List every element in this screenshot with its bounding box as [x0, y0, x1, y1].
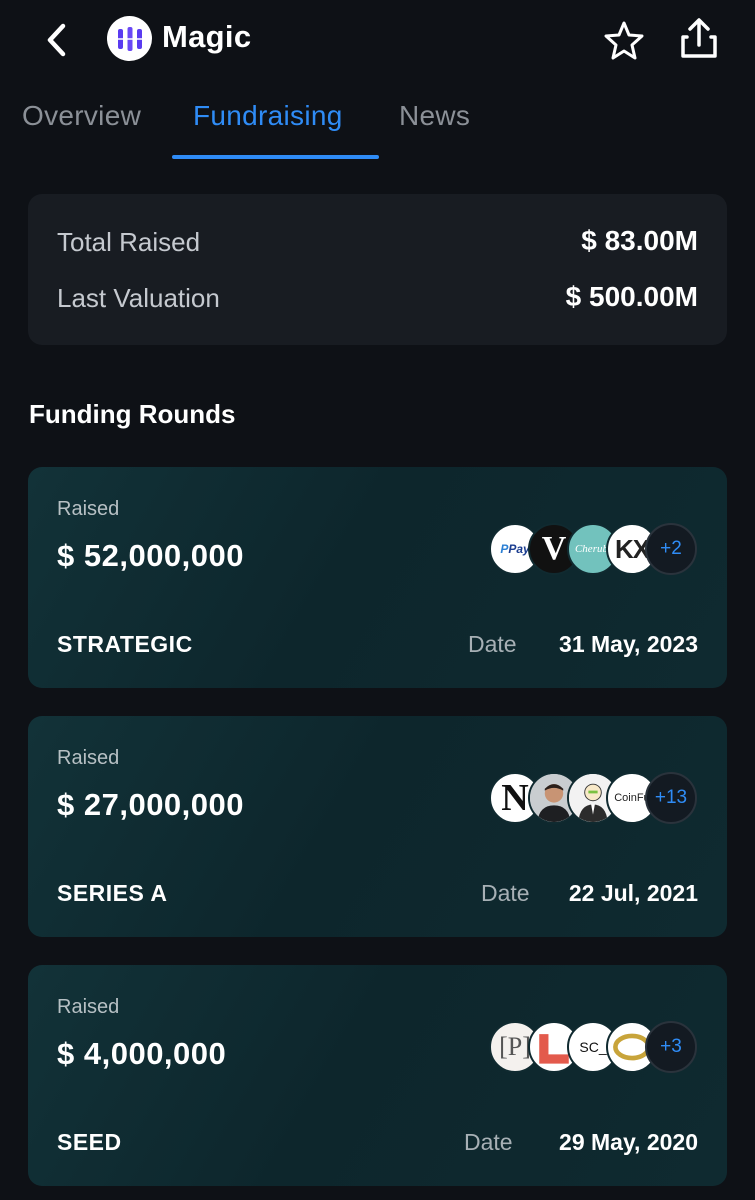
date-label: Date — [464, 1129, 513, 1155]
date-label: Date — [481, 880, 530, 906]
more-investors-badge: +3 — [645, 1021, 697, 1073]
page-title: Magic — [162, 19, 252, 54]
funding-round-card-series-a[interactable]: Raised $ 27,000,000 N CoinFun +13 SERIES… — [28, 716, 727, 937]
last-valuation-value: $ 500.00M — [565, 281, 698, 312]
top-bar: Magic — [0, 0, 755, 80]
magic-logo-icon — [117, 26, 142, 51]
round-type: STRATEGIC — [57, 631, 193, 657]
chevron-left-icon — [47, 23, 66, 57]
investor-avatars[interactable]: N CoinFun +13 — [489, 772, 699, 826]
raised-label: Raised — [57, 747, 120, 769]
raised-label: Raised — [57, 996, 120, 1018]
round-type: SERIES A — [57, 880, 168, 906]
more-investors-badge: +2 — [645, 523, 697, 575]
more-investors-badge: +13 — [645, 772, 697, 824]
raised-amount: $ 4,000,000 — [57, 1036, 227, 1071]
funding-round-card-seed[interactable]: Raised $ 4,000,000 [P] SC_ +3 SEED Date … — [28, 965, 727, 1186]
back-button[interactable] — [36, 18, 76, 62]
round-date: 29 May, 2020 — [559, 1129, 698, 1155]
funding-rounds-heading: Funding Rounds — [29, 399, 236, 429]
fundraising-summary-card: Total Raised $ 83.00M Last Valuation $ 5… — [28, 194, 727, 345]
active-tab-indicator — [172, 155, 379, 159]
round-type: SEED — [57, 1129, 122, 1155]
app-logo — [107, 16, 152, 61]
favorite-button[interactable] — [601, 18, 647, 62]
date-label: Date — [468, 631, 517, 657]
funding-round-card-strategic[interactable]: Raised $ 52,000,000 PPayP V Cherubi KX +… — [28, 467, 727, 688]
total-raised-value: $ 83.00M — [581, 225, 698, 256]
tab-fundraising[interactable]: Fundraising — [193, 100, 343, 132]
share-icon — [681, 18, 717, 58]
star-icon — [604, 21, 644, 60]
tab-bar: Overview Fundraising News — [0, 92, 755, 160]
investor-avatars[interactable]: PPayP V Cherubi KX +2 — [489, 523, 699, 577]
total-raised-label: Total Raised — [57, 227, 201, 257]
investor-avatars[interactable]: [P] SC_ +3 — [489, 1021, 699, 1075]
raised-label: Raised — [57, 498, 120, 520]
raised-amount: $ 27,000,000 — [57, 787, 245, 822]
share-button[interactable] — [676, 14, 722, 62]
tab-overview[interactable]: Overview — [22, 100, 141, 132]
raised-amount: $ 52,000,000 — [57, 538, 245, 573]
last-valuation-label: Last Valuation — [57, 283, 220, 313]
round-date: 22 Jul, 2021 — [568, 880, 698, 906]
round-date: 31 May, 2023 — [559, 631, 698, 657]
tab-news[interactable]: News — [399, 100, 470, 132]
